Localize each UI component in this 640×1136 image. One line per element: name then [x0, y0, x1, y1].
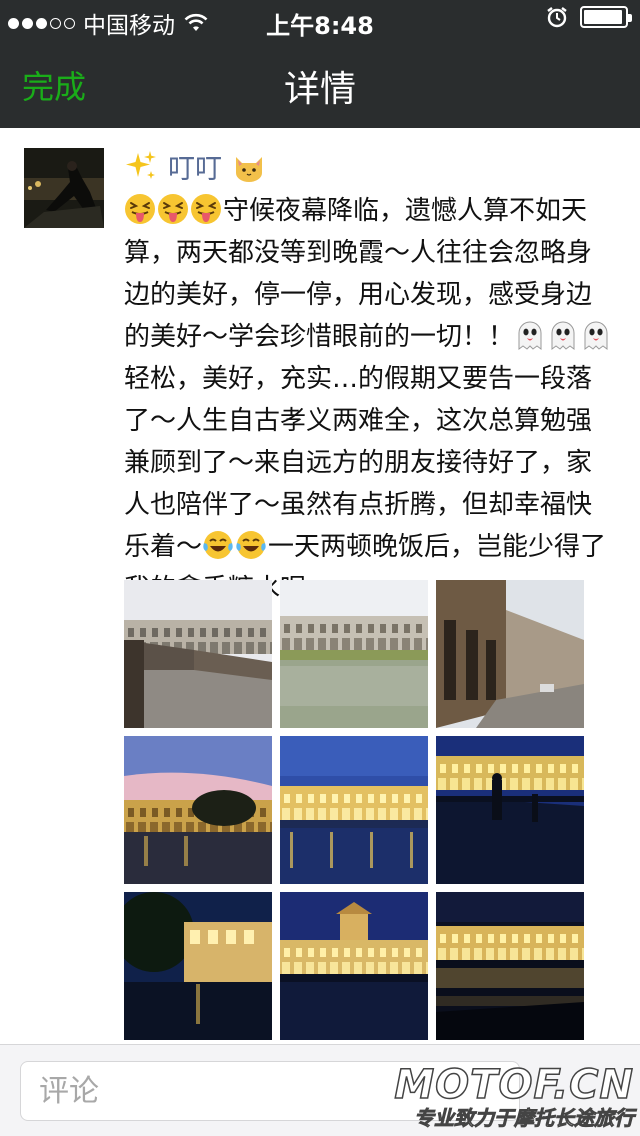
battery-level — [584, 10, 622, 24]
status-time: 上午8:48 — [266, 12, 374, 40]
tears-of-joy-emoji — [202, 529, 234, 561]
post-detail: 叮叮 守候夜幕降临，遗憾人算不如天算，两天都没等到晚霞～人往往会忽略身边的美好，… — [0, 128, 640, 1044]
username-link[interactable]: 叮叮 — [168, 147, 222, 186]
ghost-emoji — [547, 319, 579, 351]
navigation-bar: 完成 详情 — [0, 40, 640, 128]
photo-night-reflection[interactable] — [436, 892, 584, 1040]
photo-night-bridge-figure[interactable] — [436, 736, 584, 884]
photo-lit-arcade-river[interactable] — [280, 736, 428, 884]
avatar-photo — [24, 148, 104, 228]
ghost-emoji — [514, 319, 546, 351]
battery-nub — [628, 14, 632, 22]
sparkles-icon — [126, 151, 156, 179]
alarm-clock-icon — [547, 7, 567, 28]
page-title: 详情 — [283, 69, 356, 110]
squinting-tongue-emoji — [157, 193, 189, 225]
top-bar: 中国移动 上午8:48 完成 详情 — [0, 0, 640, 128]
cat-face-icon — [236, 157, 262, 182]
photo-night-trees-building[interactable] — [124, 892, 272, 1040]
post-header: 叮叮 — [124, 146, 266, 186]
comment-bar: MOTOF.CN 专业致力于摩托长途旅行 — [0, 1044, 640, 1136]
status-right — [546, 6, 632, 28]
ghost-emoji — [580, 319, 612, 351]
photo-dusk-river[interactable] — [124, 736, 272, 884]
watermark-logo: MOTOF.CN — [394, 1062, 634, 1108]
watermark: MOTOF.CN 专业致力于摩托长途旅行 — [394, 1062, 635, 1136]
squinting-tongue-emoji — [190, 193, 222, 225]
tears-of-joy-emoji — [235, 529, 267, 561]
photo-night-tower-building[interactable] — [280, 892, 428, 1040]
photo-river-arcade-day[interactable] — [280, 580, 428, 728]
photo-grid — [124, 580, 584, 1040]
post-text: 守候夜幕降临，遗憾人算不如天算，两天都没等到晚霞～人往往会忽略身边的美好，停一停… — [124, 190, 614, 610]
squinting-tongue-emoji — [124, 193, 156, 225]
avatar[interactable] — [24, 148, 104, 228]
battery-icon — [580, 6, 632, 28]
status-bar: 中国移动 上午8:48 — [0, 0, 640, 40]
photo-arcade-street-day[interactable] — [436, 580, 584, 728]
photo-riverside-bridge-day[interactable] — [124, 580, 272, 728]
watermark-slogan: 专业致力于摩托长途旅行 — [414, 1106, 635, 1131]
